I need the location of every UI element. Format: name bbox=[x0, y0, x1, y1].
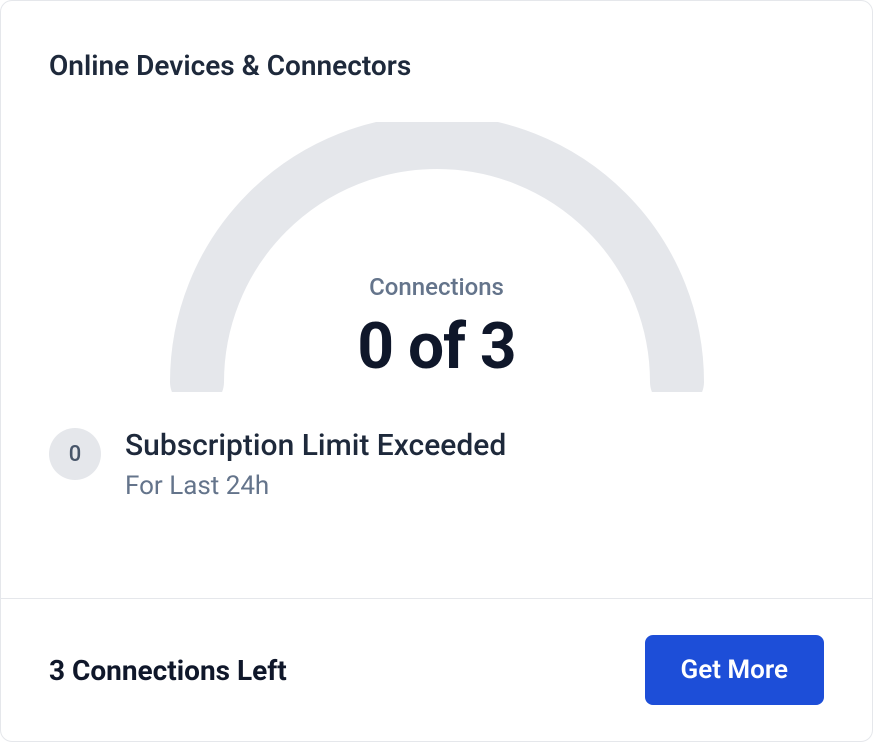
status-title: Subscription Limit Exceeded bbox=[125, 428, 506, 463]
connections-card: Online Devices & Connectors Connections … bbox=[0, 0, 873, 742]
status-row: 0 Subscription Limit Exceeded For Last 2… bbox=[49, 428, 824, 501]
gauge-label: Connections bbox=[357, 273, 515, 301]
card-main: Online Devices & Connectors Connections … bbox=[1, 1, 872, 598]
status-text-group: Subscription Limit Exceeded For Last 24h bbox=[125, 428, 506, 501]
status-subtitle: For Last 24h bbox=[125, 471, 506, 501]
status-badge: 0 bbox=[49, 428, 101, 480]
get-more-button[interactable]: Get More bbox=[645, 635, 824, 705]
gauge-container: Connections 0 of 3 bbox=[49, 122, 824, 392]
connections-left-text: 3 Connections Left bbox=[49, 654, 287, 687]
card-footer: 3 Connections Left Get More bbox=[1, 598, 872, 741]
card-title: Online Devices & Connectors bbox=[49, 49, 824, 82]
gauge-value: 0 of 3 bbox=[357, 309, 515, 384]
gauge-center: Connections 0 of 3 bbox=[357, 273, 515, 384]
